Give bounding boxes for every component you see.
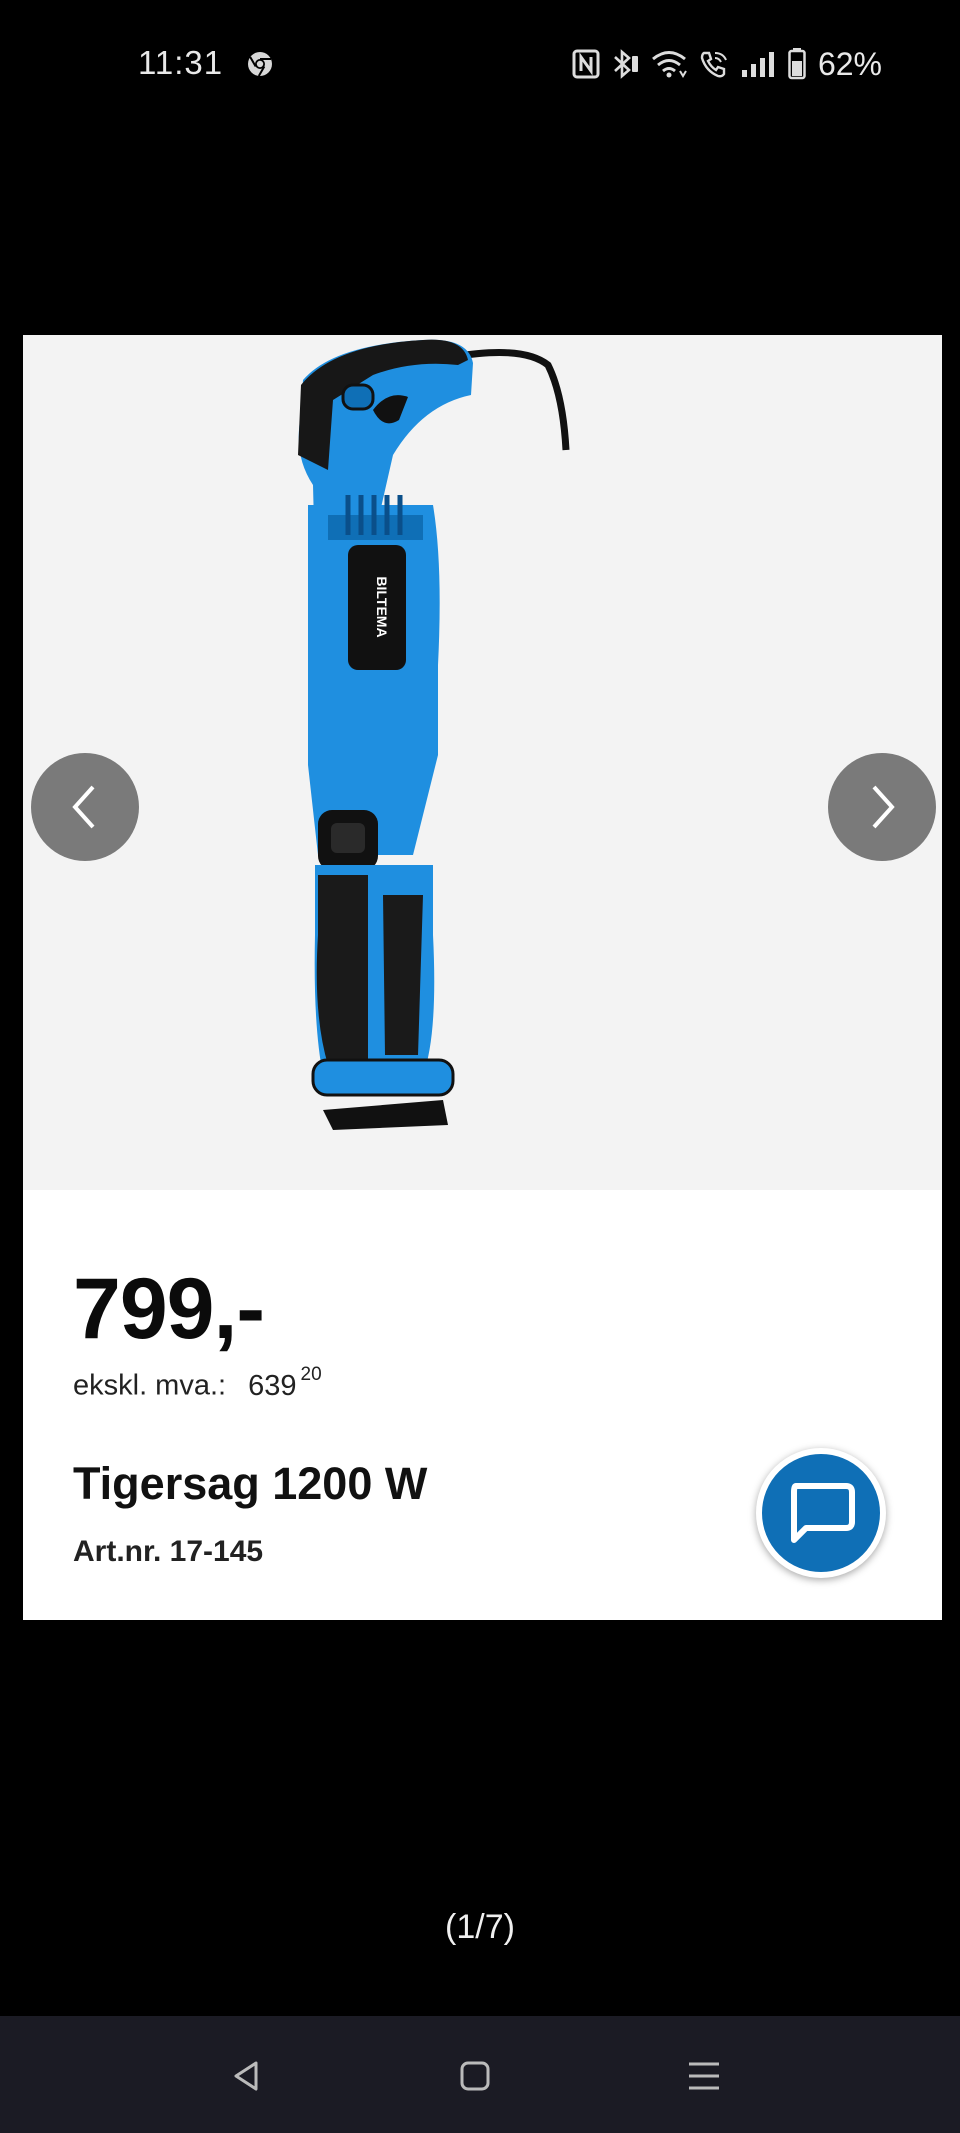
wifi-icon [652, 51, 687, 78]
system-nav-bar [0, 2016, 960, 2133]
article-number: Art.nr. 17-145 [73, 1535, 264, 1568]
back-icon [234, 2061, 258, 2091]
prev-image-button[interactable] [31, 753, 139, 861]
brand-logo: BILTEMA [374, 576, 390, 637]
product-title: Tigersag 1200 W [73, 1458, 428, 1509]
home-icon [460, 2061, 490, 2091]
signal-icon [741, 52, 774, 77]
chevron-left-icon [72, 785, 95, 829]
chevron-right-icon [872, 785, 895, 829]
product-image: BILTEMA [298, 339, 570, 1130]
product-viewer: BILTEMA 799,- ekskl. mva.: 639 20 Tigers… [23, 335, 942, 1620]
recents-button[interactable] [674, 2046, 734, 2106]
home-button[interactable] [445, 2046, 505, 2106]
battery-percent: 62% [817, 45, 882, 82]
ex-vat-amount: 639 [248, 1369, 297, 1402]
back-button[interactable] [216, 2046, 276, 2106]
status-time: 11:31 [138, 44, 224, 81]
status-icons: 62% [572, 44, 882, 84]
nfc-icon [572, 49, 600, 79]
recents-icon [689, 2062, 719, 2090]
status-bar: 11:31 62% [0, 0, 960, 130]
ex-vat-label: ekskl. mva.: [73, 1369, 227, 1402]
chat-bubble-icon [791, 1483, 855, 1543]
bluetooth-icon [614, 49, 638, 79]
chat-button[interactable] [756, 1448, 886, 1578]
wifi-call-icon [700, 51, 727, 78]
product-price: 799,- [73, 1261, 265, 1357]
next-image-button[interactable] [828, 753, 936, 861]
image-counter: (1/7) [445, 1908, 515, 1946]
battery-icon [788, 48, 806, 80]
price-ex-vat: ekskl. mva.: 639 20 [73, 1364, 322, 1403]
product-image-area[interactable]: BILTEMA [23, 335, 942, 1190]
product-info: 799,- ekskl. mva.: 639 20 Tigersag 1200 W… [23, 1190, 942, 1620]
ex-vat-cents: 20 [300, 1364, 322, 1385]
chrome-icon [248, 52, 272, 77]
